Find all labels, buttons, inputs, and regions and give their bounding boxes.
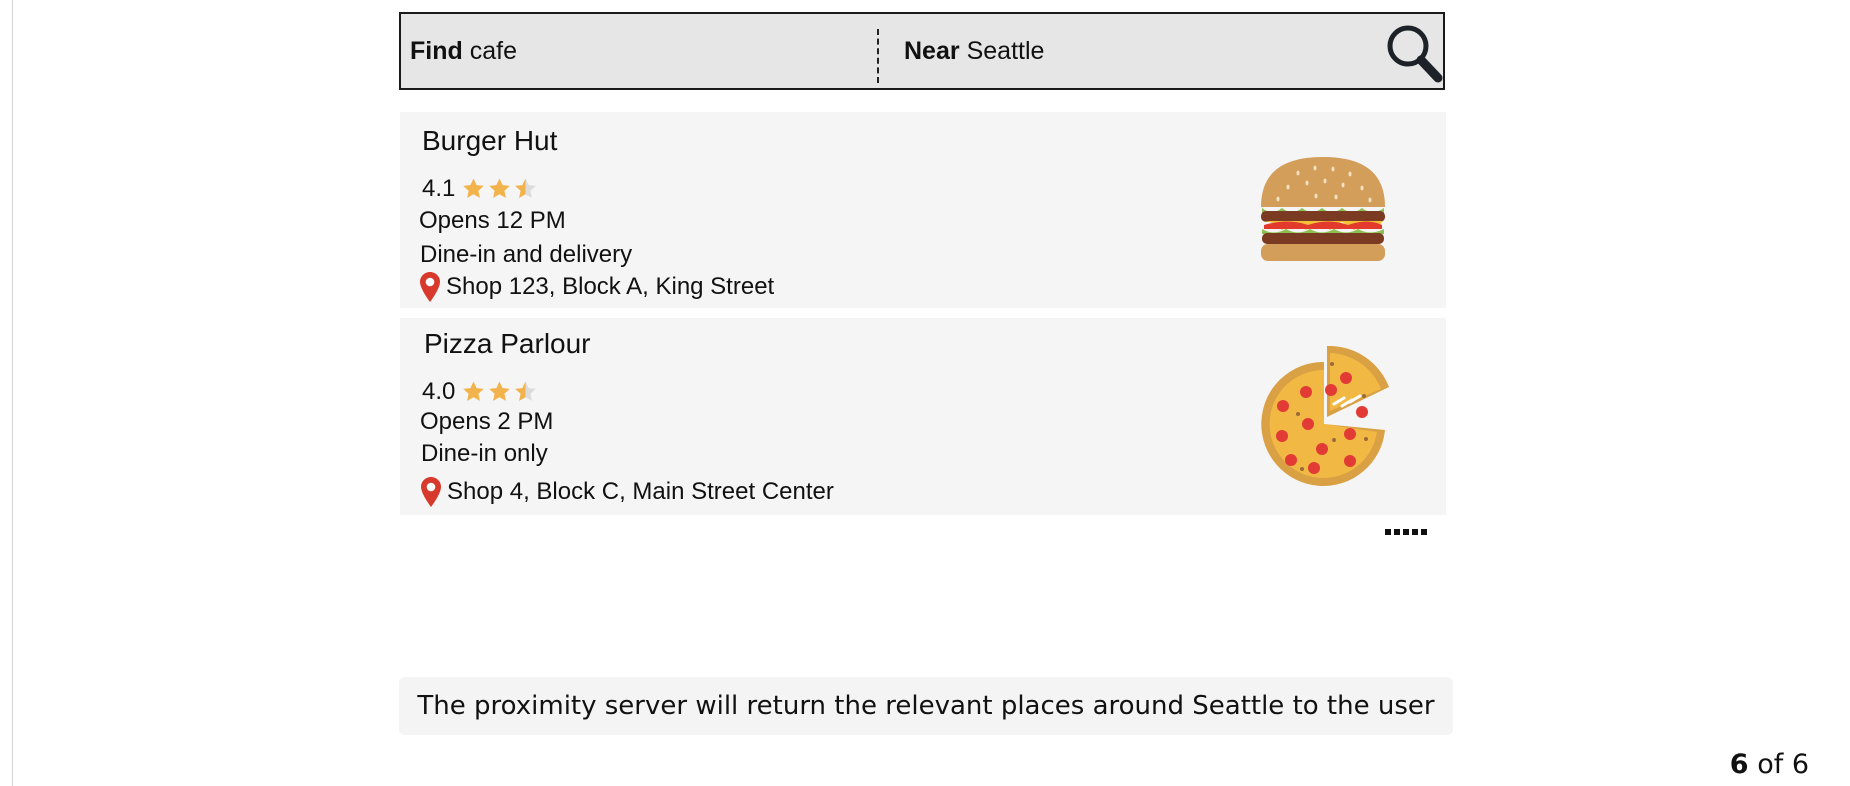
- near-field[interactable]: Near Seattle: [904, 14, 1044, 88]
- find-value[interactable]: cafe: [470, 37, 517, 66]
- star-full-icon: [463, 178, 485, 198]
- service-type: Dine-in only: [421, 440, 548, 467]
- star-full-icon: [463, 381, 485, 401]
- dot: [1412, 529, 1418, 535]
- location-pin-icon: [421, 477, 441, 507]
- location-pin-icon: [420, 272, 440, 302]
- frame-border: [12, 0, 13, 786]
- address-text: Shop 4, Block C, Main Street Center: [447, 478, 834, 505]
- search-icon[interactable]: [1383, 21, 1445, 87]
- total-slides: 6: [1791, 749, 1809, 780]
- rating-value: 4.0: [422, 378, 456, 405]
- rating-stars: [461, 177, 539, 201]
- place-name[interactable]: Pizza Parlour: [424, 328, 591, 360]
- near-label: Near: [904, 36, 960, 65]
- place-name[interactable]: Burger Hut: [422, 125, 557, 157]
- service-type: Dine-in and delivery: [420, 241, 633, 268]
- current-slide: 6: [1729, 749, 1749, 780]
- opening-hours: Opens 2 PM: [420, 408, 554, 435]
- slide-caption: The proximity server will return the rel…: [399, 677, 1453, 735]
- star-half-icon: [515, 381, 537, 401]
- near-value[interactable]: Seattle: [967, 37, 1045, 66]
- rating-row: 4.1: [422, 175, 539, 203]
- address-row: Shop 123, Block A, King Street: [420, 272, 774, 302]
- dot: [1421, 529, 1427, 535]
- slide-separator: of: [1757, 749, 1784, 780]
- find-label: Find: [410, 36, 463, 65]
- star-half-icon: [515, 178, 537, 198]
- more-dots-icon[interactable]: [1385, 529, 1427, 535]
- rating-value: 4.1: [422, 175, 456, 202]
- result-card-burger-hut[interactable]: Burger Hut 4.1 Opens 12 PM Dine-in and d…: [400, 112, 1446, 308]
- search-bar: Find cafe Near Seattle: [399, 12, 1445, 90]
- star-full-icon: [489, 381, 511, 401]
- search-button[interactable]: [1383, 21, 1445, 87]
- address-row: Shop 4, Block C, Main Street Center: [421, 477, 834, 507]
- slide-counter: 6 of 6: [1730, 749, 1809, 780]
- opening-hours: Opens 12 PM: [419, 207, 566, 234]
- search-divider: [877, 29, 879, 83]
- pizza-icon: [1261, 345, 1389, 486]
- rating-row: 4.0: [422, 378, 539, 406]
- star-full-icon: [489, 178, 511, 198]
- rating-stars: [461, 380, 539, 404]
- find-field[interactable]: Find cafe: [410, 14, 517, 88]
- dot: [1394, 529, 1400, 535]
- burger-icon: [1261, 157, 1385, 261]
- dot: [1385, 529, 1391, 535]
- address-text: Shop 123, Block A, King Street: [446, 273, 775, 300]
- dot: [1403, 529, 1409, 535]
- result-card-pizza-parlour[interactable]: Pizza Parlour 4.0 Opens 2 PM Dine-in onl…: [400, 318, 1446, 515]
